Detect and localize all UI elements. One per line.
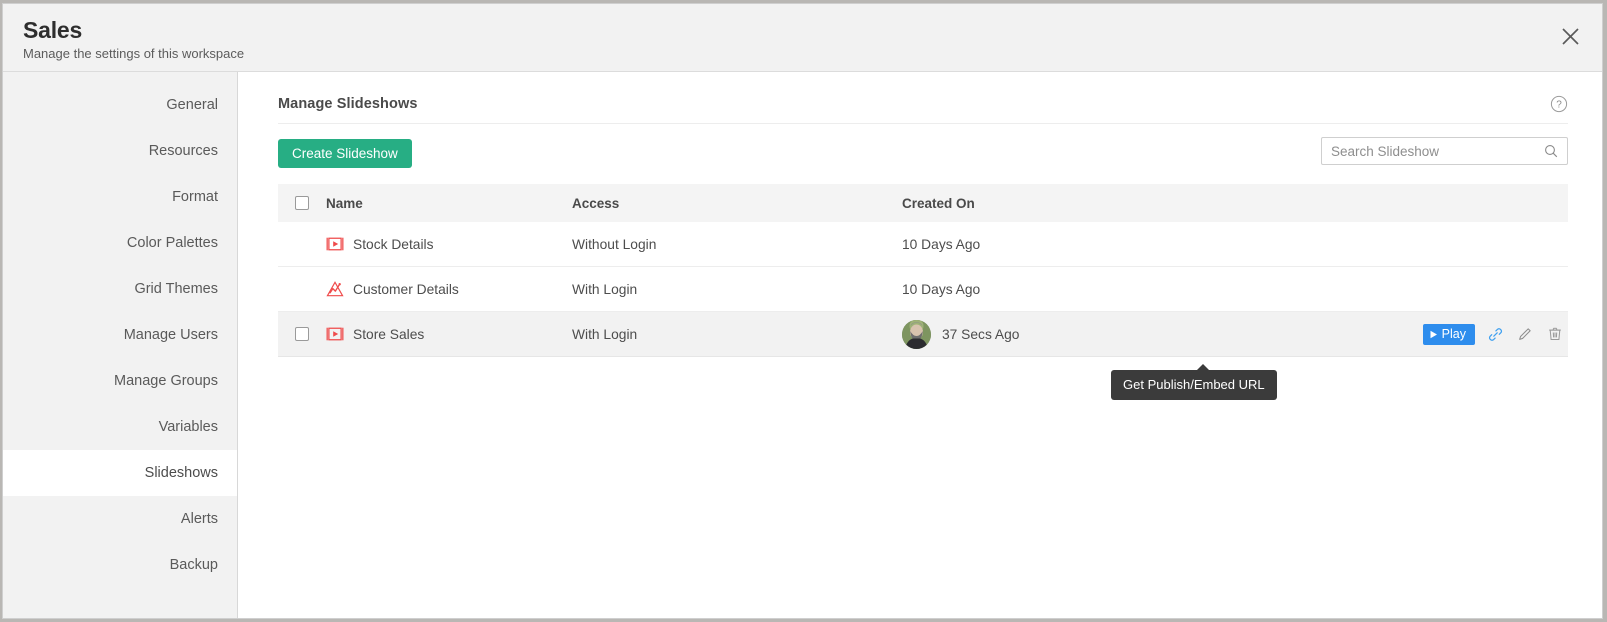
sidebar-item-slideshows[interactable]: Slideshows <box>3 450 237 496</box>
main-content: Manage Slideshows ? Create Slideshow Sea… <box>238 72 1602 618</box>
slideshow-icon <box>326 327 344 341</box>
sidebar-item-label: Resources <box>148 143 218 159</box>
column-header-name: Name <box>326 195 363 211</box>
close-icon <box>1561 27 1579 45</box>
content-header: Manage Slideshows ? <box>278 72 1568 124</box>
edit-button[interactable] <box>1515 324 1535 344</box>
sidebar-item-general[interactable]: General <box>3 82 237 128</box>
trash-icon <box>1549 327 1561 341</box>
row-created-label: 10 Days Ago <box>902 281 981 297</box>
row-access-cell: With Login <box>572 326 638 342</box>
row-access-cell: With Login <box>572 281 638 297</box>
sidebar-item-color-palettes[interactable]: Color Palettes <box>3 220 237 266</box>
sidebar-item-alerts[interactable]: Alerts <box>3 496 237 542</box>
row-created-cell: 10 Days Ago <box>902 282 1568 297</box>
window-titlebar: Sales Manage the settings of this worksp… <box>3 4 1602 72</box>
pencil-icon <box>1519 328 1531 340</box>
sidebar-item-label: Backup <box>169 557 218 573</box>
avatar <box>902 319 931 349</box>
row-name-label: Store Sales <box>353 326 425 342</box>
row-access-cell: Without Login <box>572 236 657 252</box>
sidebar-item-resources[interactable]: Resources <box>3 128 237 174</box>
row-actions: Play <box>1422 312 1568 356</box>
column-header-access: Access <box>572 195 620 211</box>
row-name-cell: Stock Details <box>326 235 572 253</box>
search-input[interactable] <box>1322 138 1544 164</box>
page-subtitle: Manage the settings of this workspace <box>23 46 245 61</box>
sidebar-item-label: Variables <box>158 419 218 435</box>
section-title: Manage Slideshows <box>278 96 418 112</box>
sidebar-item-label: General <box>166 97 218 113</box>
play-label: Play <box>1441 326 1466 341</box>
sidebar-item-variables[interactable]: Variables <box>3 404 237 450</box>
row-name-label: Customer Details <box>353 281 459 297</box>
table-header-row: Name Access Created On <box>278 184 1568 222</box>
sidebar-item-label: Manage Users <box>123 327 218 343</box>
row-created-cell: 10 Days Ago <box>902 237 1568 252</box>
sidebar-item-grid-themes[interactable]: Grid Themes <box>3 266 237 312</box>
tooltip-text: Get Publish/Embed URL <box>1123 377 1265 392</box>
window-body: General Resources Format Color Palettes … <box>3 72 1602 618</box>
delete-button[interactable] <box>1545 324 1565 344</box>
avatar-image <box>902 319 931 349</box>
screenshot-root: Sales Manage the settings of this worksp… <box>0 0 1607 622</box>
table-row[interactable]: Store Sales With Login 37 Secs Ago Play <box>278 312 1568 357</box>
sidebar-item-format[interactable]: Format <box>3 174 237 220</box>
slideshow-icon <box>326 237 344 251</box>
search-icon <box>1545 145 1558 158</box>
chart-icon <box>326 281 344 297</box>
slideshows-table: Name Access Created On Stock Details Wit… <box>278 184 1568 357</box>
sidebar-item-backup[interactable]: Backup <box>3 542 237 588</box>
select-all-checkbox[interactable] <box>295 196 309 210</box>
column-header-created-on: Created On <box>902 195 975 211</box>
create-slideshow-button[interactable]: Create Slideshow <box>278 139 412 168</box>
play-triangle-icon <box>1430 330 1437 338</box>
search-button[interactable] <box>1544 144 1567 158</box>
title-block: Sales Manage the settings of this worksp… <box>23 17 244 62</box>
row-name-label: Stock Details <box>353 236 434 252</box>
close-button[interactable] <box>1554 20 1586 52</box>
row-name-cell: Customer Details <box>326 280 572 298</box>
help-circle-icon: ? <box>1550 95 1568 113</box>
sidebar-item-label: Color Palettes <box>126 235 218 251</box>
tooltip: Get Publish/Embed URL <box>1111 364 1277 400</box>
table-row[interactable]: Stock Details Without Login 10 Days Ago <box>278 222 1568 267</box>
settings-window: Sales Manage the settings of this worksp… <box>2 3 1603 619</box>
svg-text:?: ? <box>1556 100 1562 111</box>
sidebar-item-label: Format <box>172 189 218 205</box>
sidebar-item-label: Manage Groups <box>114 373 218 389</box>
link-icon <box>1488 327 1502 341</box>
sidebar-item-label: Slideshows <box>144 465 218 481</box>
search-slideshow-box[interactable] <box>1321 137 1568 165</box>
help-button[interactable]: ? <box>1550 95 1568 113</box>
sidebar-item-label: Grid Themes <box>134 281 218 297</box>
row-created-label: 10 Days Ago <box>902 236 981 252</box>
sidebar-item-label: Alerts <box>180 511 218 527</box>
sidebar-item-manage-groups[interactable]: Manage Groups <box>3 358 237 404</box>
page-title: Sales <box>23 17 83 43</box>
settings-sidebar: General Resources Format Color Palettes … <box>3 72 238 618</box>
row-created-label: 37 Secs Ago <box>942 326 1020 342</box>
row-name-cell: Store Sales <box>326 325 572 343</box>
get-publish-embed-url-button[interactable] <box>1485 324 1505 344</box>
row-checkbox[interactable] <box>295 327 309 341</box>
sidebar-item-manage-users[interactable]: Manage Users <box>3 312 237 358</box>
row-select-cell <box>278 327 326 341</box>
select-all-cell <box>278 196 326 210</box>
play-button[interactable]: Play <box>1422 323 1475 345</box>
content-toolbar: Create Slideshow <box>278 124 1568 184</box>
table-row[interactable]: Customer Details With Login 10 Days Ago <box>278 267 1568 312</box>
